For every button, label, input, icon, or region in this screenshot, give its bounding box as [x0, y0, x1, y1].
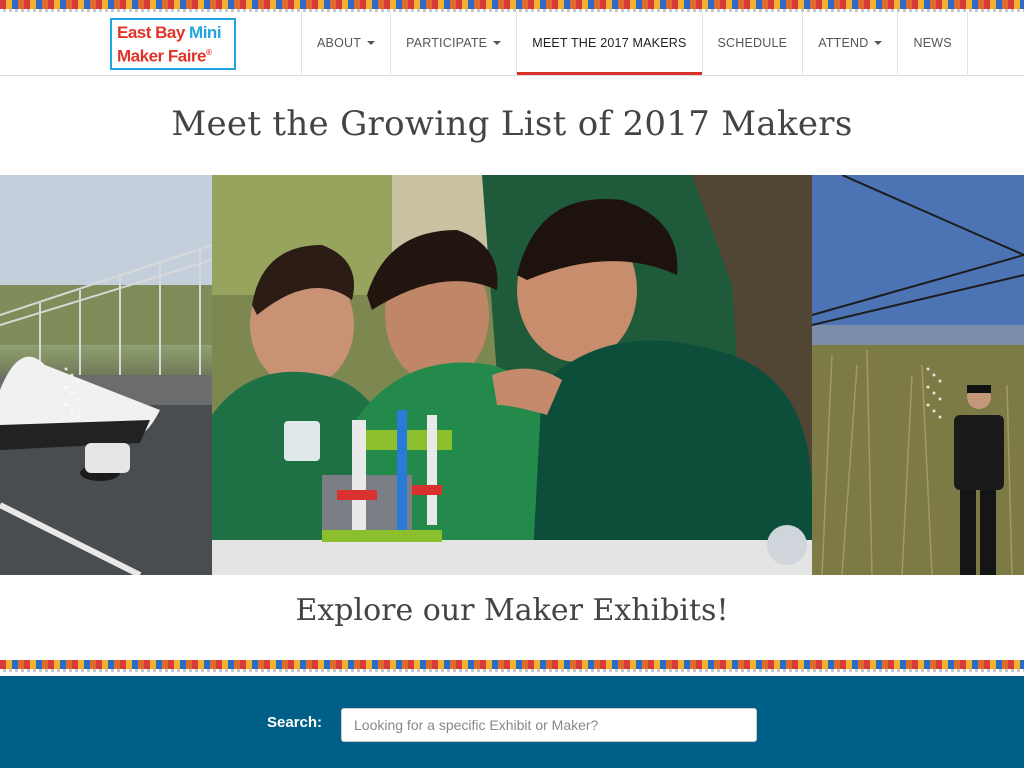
nav-item-attend[interactable]: ATTEND — [802, 12, 897, 74]
main-nav: ABOUT PARTICIPATE MEET THE 2017 MAKERS S… — [301, 12, 968, 75]
nav-item-label: MEET THE 2017 MAKERS — [532, 36, 687, 50]
nav-item-label: ATTEND — [818, 36, 869, 50]
decorative-dots — [924, 365, 944, 430]
nav-item-meet-the-makers[interactable]: MEET THE 2017 MAKERS — [516, 12, 702, 75]
nav-item-label: ABOUT — [317, 36, 362, 50]
top-decorative-stripe — [0, 0, 1024, 12]
hero-image-strip — [0, 175, 1024, 575]
hero-image-right[interactable] — [812, 175, 1024, 575]
caret-down-icon — [874, 41, 883, 45]
logo-text-east-bay: East Bay — [117, 23, 190, 42]
logo-text-maker-faire: Maker Faire — [117, 46, 207, 66]
nav-item-schedule[interactable]: SCHEDULE — [701, 12, 803, 74]
search-label: Search: — [267, 714, 323, 731]
caret-down-icon — [493, 41, 502, 45]
explore-heading: Explore our Maker Exhibits! — [295, 593, 729, 628]
page-title: Meet the Growing List of 2017 Makers — [171, 104, 853, 144]
nav-item-label: PARTICIPATE — [406, 36, 488, 50]
solar-car-illustration — [0, 175, 212, 575]
site-logo[interactable]: East Bay Mini Maker Faire® — [110, 18, 236, 70]
hero-image-center[interactable] — [212, 175, 812, 575]
hero-image-left[interactable] — [0, 175, 212, 575]
kids-building-robot-illustration — [212, 175, 812, 575]
decorative-dots — [62, 365, 82, 430]
nav-item-label: SCHEDULE — [717, 36, 788, 50]
bottom-decorative-stripe — [0, 660, 1024, 672]
logo-text-mini: Mini — [189, 23, 222, 42]
person-in-grass-illustration — [812, 175, 1024, 575]
nav-item-participate[interactable]: PARTICIPATE — [390, 12, 516, 74]
caret-down-icon — [367, 41, 376, 45]
search-section: Search: — [0, 676, 1024, 768]
logo-registered-mark: ® — [206, 48, 212, 57]
nav-item-about[interactable]: ABOUT — [301, 12, 390, 74]
nav-item-label: NEWS — [913, 36, 952, 50]
site-header: East Bay Mini Maker Faire® ABOUT PARTICI… — [0, 12, 1024, 76]
search-input[interactable] — [341, 708, 757, 742]
nav-item-news[interactable]: NEWS — [897, 12, 968, 74]
